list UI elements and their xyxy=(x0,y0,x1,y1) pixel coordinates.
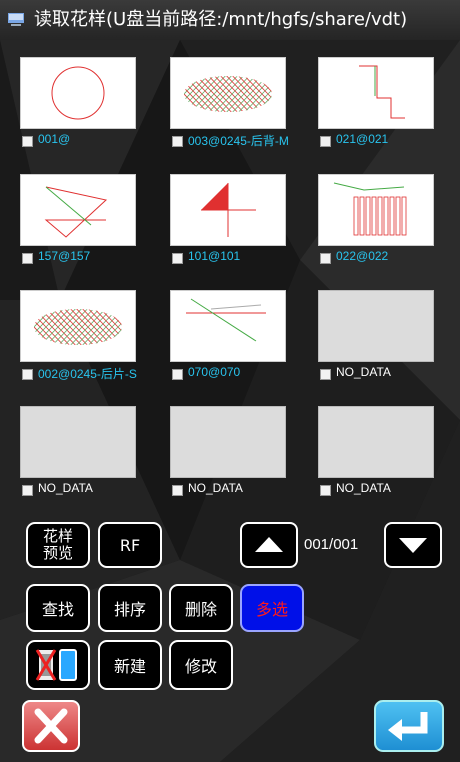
select-checkbox[interactable] xyxy=(320,369,331,380)
pattern-label: 157@157 xyxy=(38,249,91,263)
pattern-thumbnail[interactable] xyxy=(318,174,434,246)
circle-pattern-icon xyxy=(51,66,105,120)
close-button[interactable] xyxy=(22,700,80,752)
pattern-thumbnail[interactable] xyxy=(170,290,286,362)
select-checkbox[interactable] xyxy=(320,485,331,496)
triangle-lines-pattern-icon xyxy=(44,186,108,238)
find-button[interactable]: 查找 xyxy=(26,584,90,632)
pattern-tile[interactable]: 002@0245-后片-S xyxy=(20,290,137,386)
pattern-label: 021@021 xyxy=(336,132,389,146)
pattern-tile[interactable]: 001@ xyxy=(20,57,136,153)
pattern-thumbnail[interactable] xyxy=(20,57,136,129)
usb-source-toggle-button[interactable] xyxy=(26,640,90,690)
crosshatch-pattern-icon xyxy=(184,76,272,112)
select-checkbox[interactable] xyxy=(172,253,183,264)
pattern-label: NO_DATA xyxy=(336,365,391,379)
pattern-label: 002@0245-后片-S xyxy=(38,367,137,381)
pattern-thumbnail[interactable] xyxy=(20,174,136,246)
empty-thumbnail[interactable] xyxy=(318,290,434,362)
window-title-bar: 读取花样(U盘当前路径:/mnt/hgfs/share/vdt) xyxy=(0,0,460,40)
pattern-tile[interactable]: 003@0245-后背-M xyxy=(170,57,289,153)
page-up-button[interactable] xyxy=(240,522,298,568)
pattern-label: 022@022 xyxy=(336,249,389,263)
pattern-label: 003@0245-后背-M xyxy=(188,134,289,148)
pattern-tile[interactable]: 022@022 xyxy=(318,174,434,270)
pattern-label: 101@101 xyxy=(188,249,241,263)
down-arrow-icon xyxy=(399,538,427,553)
pattern-thumbnail[interactable] xyxy=(318,57,434,129)
pattern-label: NO_DATA xyxy=(38,481,93,495)
pattern-tile[interactable]: 101@101 xyxy=(170,174,286,270)
sort-button[interactable]: 排序 xyxy=(98,584,162,632)
pattern-tile[interactable]: 070@070 xyxy=(170,290,286,386)
pattern-thumbnail[interactable] xyxy=(20,290,136,362)
delete-button[interactable]: 删除 xyxy=(169,584,233,632)
preview-label-line1: 花样 xyxy=(42,527,73,545)
pattern-label: 070@070 xyxy=(188,365,241,379)
pattern-thumbnail[interactable] xyxy=(170,174,286,246)
pattern-tile[interactable]: 157@157 xyxy=(20,174,136,270)
pattern-tile[interactable]: 021@021 xyxy=(318,57,434,153)
pattern-thumbnail[interactable] xyxy=(170,57,286,129)
select-checkbox[interactable] xyxy=(320,253,331,264)
empty-thumbnail[interactable] xyxy=(318,406,434,478)
window-title: 读取花样(U盘当前路径:/mnt/hgfs/share/vdt) xyxy=(34,9,408,30)
rf-button[interactable]: RF xyxy=(98,522,162,568)
select-checkbox[interactable] xyxy=(22,253,33,264)
select-checkbox[interactable] xyxy=(22,369,33,380)
step-line-pattern-icon xyxy=(359,65,405,119)
pattern-label: NO_DATA xyxy=(336,481,391,495)
empty-thumbnail[interactable] xyxy=(170,406,286,478)
cross-fill-pattern-icon xyxy=(201,183,256,237)
confirm-button[interactable] xyxy=(374,700,444,752)
pattern-tile[interactable]: NO_DATA xyxy=(170,406,286,502)
pattern-tile[interactable]: NO_DATA xyxy=(20,406,136,502)
page-indicator: 001/001 xyxy=(304,536,359,553)
select-checkbox[interactable] xyxy=(172,485,183,496)
pattern-tile[interactable]: NO_DATA xyxy=(318,290,434,386)
window-icon xyxy=(8,13,24,26)
diagonal-lines-pattern-icon xyxy=(186,298,266,342)
pattern-tile[interactable]: NO_DATA xyxy=(318,406,434,502)
page-down-button[interactable] xyxy=(384,522,442,568)
pattern-preview-button[interactable]: 花样 预览 xyxy=(26,522,90,568)
empty-thumbnail[interactable] xyxy=(20,406,136,478)
vertical-bars-pattern-icon xyxy=(333,182,407,236)
preview-label-line2: 预览 xyxy=(42,544,73,562)
select-checkbox[interactable] xyxy=(172,136,183,147)
enter-icon xyxy=(388,712,428,741)
modify-button[interactable]: 修改 xyxy=(169,640,233,690)
usb-disabled-icon xyxy=(35,649,77,681)
multi-select-button[interactable]: 多选 xyxy=(240,584,304,632)
select-checkbox[interactable] xyxy=(22,485,33,496)
close-icon xyxy=(34,708,68,744)
pattern-label: 001@ xyxy=(38,132,71,146)
pattern-label: NO_DATA xyxy=(188,481,243,495)
select-checkbox[interactable] xyxy=(172,369,183,380)
crosshatch-pattern-icon xyxy=(34,309,122,345)
up-arrow-icon xyxy=(255,537,283,552)
new-button[interactable]: 新建 xyxy=(98,640,162,690)
select-checkbox[interactable] xyxy=(22,136,33,147)
select-checkbox[interactable] xyxy=(320,136,331,147)
